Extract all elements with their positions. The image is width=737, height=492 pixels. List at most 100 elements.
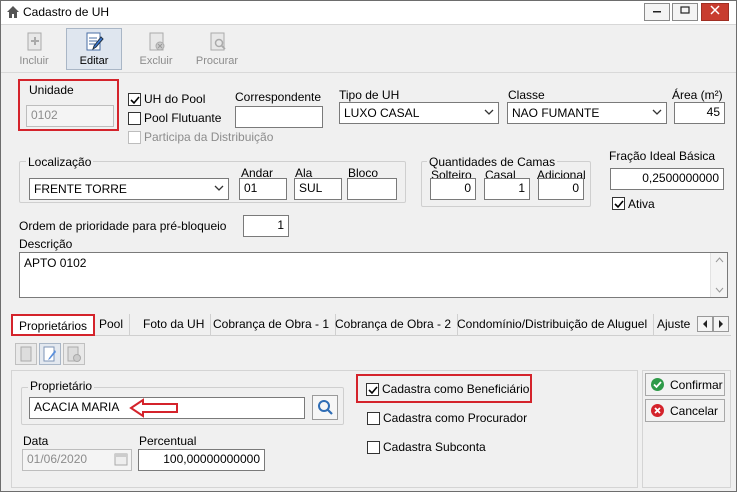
unidade-input[interactable]: 0102 bbox=[26, 105, 114, 127]
correspondente-input[interactable] bbox=[235, 106, 323, 128]
chevron-down-icon bbox=[214, 185, 224, 191]
excluir-button[interactable]: Excluir bbox=[128, 28, 184, 70]
area-label: Área (m²) bbox=[672, 88, 723, 102]
confirmar-button[interactable]: Confirmar bbox=[645, 373, 725, 396]
search-document-icon bbox=[210, 32, 226, 51]
ordem-prioridade-label: Ordem de prioridade para pré-bloqueio bbox=[19, 219, 227, 233]
checkmark-icon bbox=[130, 96, 140, 105]
pool-flutuante-label: Pool Flutuante bbox=[144, 111, 222, 125]
tab-proprietarios[interactable]: Proprietários bbox=[11, 314, 96, 336]
beneficiario-checkbox[interactable] bbox=[366, 383, 379, 396]
tab-cobranca-obra-2[interactable]: Cobrança de Obra - 2 bbox=[329, 314, 459, 336]
subconta-checkbox[interactable] bbox=[367, 441, 380, 454]
chevron-right-icon bbox=[719, 320, 723, 328]
data-label: Data bbox=[23, 434, 49, 448]
home-icon bbox=[6, 5, 20, 22]
proprietarios-panel: Proprietário ACACIA MARIA Data 01/06/202… bbox=[11, 336, 731, 488]
descricao-textarea[interactable]: APTO 0102 bbox=[19, 252, 728, 298]
checkmark-icon bbox=[614, 200, 624, 209]
excluir-label: Excluir bbox=[139, 55, 173, 67]
tab-ajuste[interactable]: Ajuste bbox=[651, 314, 696, 336]
classe-select[interactable]: NAO FUMANTE bbox=[507, 102, 667, 124]
ativa-label: Ativa bbox=[628, 197, 655, 211]
editar-label: Editar bbox=[79, 55, 109, 67]
percentual-label: Percentual bbox=[139, 434, 197, 448]
panel-edit-button[interactable] bbox=[39, 343, 61, 365]
arrow-annotation-icon bbox=[129, 398, 179, 418]
new-document-icon bbox=[27, 32, 42, 51]
quantidades-camas-label: Quantidades de Camas bbox=[427, 155, 558, 169]
adicional-input[interactable]: 0 bbox=[538, 178, 584, 200]
tipo-uh-value: LUXO CASAL bbox=[344, 106, 420, 120]
ala-input[interactable]: SUL bbox=[294, 178, 342, 200]
close-icon bbox=[710, 5, 720, 15]
delete-document-icon bbox=[67, 346, 81, 362]
maximize-icon bbox=[680, 6, 690, 14]
participa-distribuicao-checkbox[interactable] bbox=[128, 131, 141, 144]
solteiro-input[interactable]: 0 bbox=[430, 178, 476, 200]
chevron-down-icon bbox=[652, 109, 662, 115]
incluir-button[interactable]: Incluir bbox=[6, 28, 62, 70]
title-bar: Cadastro de UH bbox=[1, 1, 736, 25]
window-title: Cadastro de UH bbox=[23, 5, 110, 19]
subconta-label: Cadastra Subconta bbox=[383, 440, 486, 454]
procurador-checkbox[interactable] bbox=[367, 412, 380, 425]
percentual-input[interactable]: 100,00000000000 bbox=[138, 449, 265, 471]
calendar-icon bbox=[114, 452, 128, 469]
andar-input[interactable]: 01 bbox=[239, 178, 287, 200]
incluir-label: Incluir bbox=[19, 55, 49, 67]
edit-document-icon bbox=[86, 32, 104, 51]
procurar-button[interactable]: Procurar bbox=[189, 28, 245, 70]
tab-scroll-left-button[interactable] bbox=[697, 316, 713, 332]
participa-distribuicao-label: Participa da Distribuição bbox=[144, 130, 274, 144]
cadastro-uh-window: Cadastro de UH Incluir Editar Excluir Pr… bbox=[0, 0, 737, 492]
ordem-prioridade-input[interactable]: 1 bbox=[243, 215, 289, 237]
proprietario-search-button[interactable] bbox=[312, 395, 338, 420]
check-circle-icon bbox=[650, 377, 665, 395]
tipo-uh-label: Tipo de UH bbox=[339, 88, 400, 102]
fracao-input[interactable]: 0,2500000000 bbox=[610, 168, 724, 190]
casal-input[interactable]: 1 bbox=[484, 178, 530, 200]
close-button[interactable] bbox=[701, 3, 729, 21]
panel-new-button[interactable] bbox=[15, 343, 37, 365]
uh-do-pool-checkbox[interactable] bbox=[128, 93, 141, 106]
bloco-input[interactable] bbox=[347, 178, 397, 200]
tab-condominio[interactable]: Condomínio/Distribuição de Aluguel bbox=[451, 314, 655, 336]
chevron-left-icon bbox=[703, 320, 707, 328]
localizacao-label: Localização bbox=[26, 155, 94, 169]
beneficiario-label: Cadastra como Beneficiário bbox=[382, 382, 530, 396]
new-document-icon bbox=[20, 346, 32, 362]
fracao-label: Fração Ideal Básica bbox=[609, 149, 716, 163]
ativa-checkbox[interactable] bbox=[612, 197, 625, 210]
localizacao-select[interactable]: FRENTE TORRE bbox=[29, 178, 229, 200]
minimize-icon bbox=[653, 11, 661, 13]
pool-flutuante-checkbox[interactable] bbox=[128, 112, 141, 125]
checkmark-icon bbox=[368, 386, 378, 395]
search-icon bbox=[318, 400, 333, 415]
proprietario-label: Proprietário bbox=[28, 379, 95, 393]
uh-do-pool-label: UH do Pool bbox=[144, 92, 206, 106]
chevron-down-icon bbox=[484, 109, 494, 115]
tab-cobranca-obra-1[interactable]: Cobrança de Obra - 1 bbox=[207, 314, 337, 336]
tab-pool[interactable]: Pool bbox=[93, 314, 131, 336]
procurador-label: Cadastra como Procurador bbox=[383, 411, 528, 425]
toolbar: Incluir Editar Excluir Procurar bbox=[1, 25, 736, 73]
correspondente-label: Correspondente bbox=[235, 90, 322, 104]
tab-foto-uh[interactable]: Foto da UH bbox=[137, 314, 212, 336]
tab-bar: Proprietários Pool Foto da UH Cobrança d… bbox=[11, 314, 731, 336]
classe-value: NAO FUMANTE bbox=[512, 106, 600, 120]
tab-scroll-right-button[interactable] bbox=[713, 316, 729, 332]
tipo-uh-select[interactable]: LUXO CASAL bbox=[339, 102, 499, 124]
panel-delete-button[interactable] bbox=[63, 343, 85, 365]
confirmar-label: Confirmar bbox=[670, 378, 723, 392]
minimize-button[interactable] bbox=[644, 3, 670, 21]
editar-button[interactable]: Editar bbox=[66, 28, 122, 70]
area-input[interactable]: 45 bbox=[674, 102, 725, 124]
edit-document-icon bbox=[43, 346, 56, 362]
unidade-label: Unidade bbox=[29, 83, 74, 97]
cancel-circle-icon bbox=[650, 403, 665, 421]
cancelar-button[interactable]: Cancelar bbox=[645, 399, 725, 422]
cancelar-label: Cancelar bbox=[670, 404, 719, 418]
maximize-button[interactable] bbox=[672, 3, 698, 21]
descricao-scrollbar[interactable] bbox=[710, 253, 727, 297]
